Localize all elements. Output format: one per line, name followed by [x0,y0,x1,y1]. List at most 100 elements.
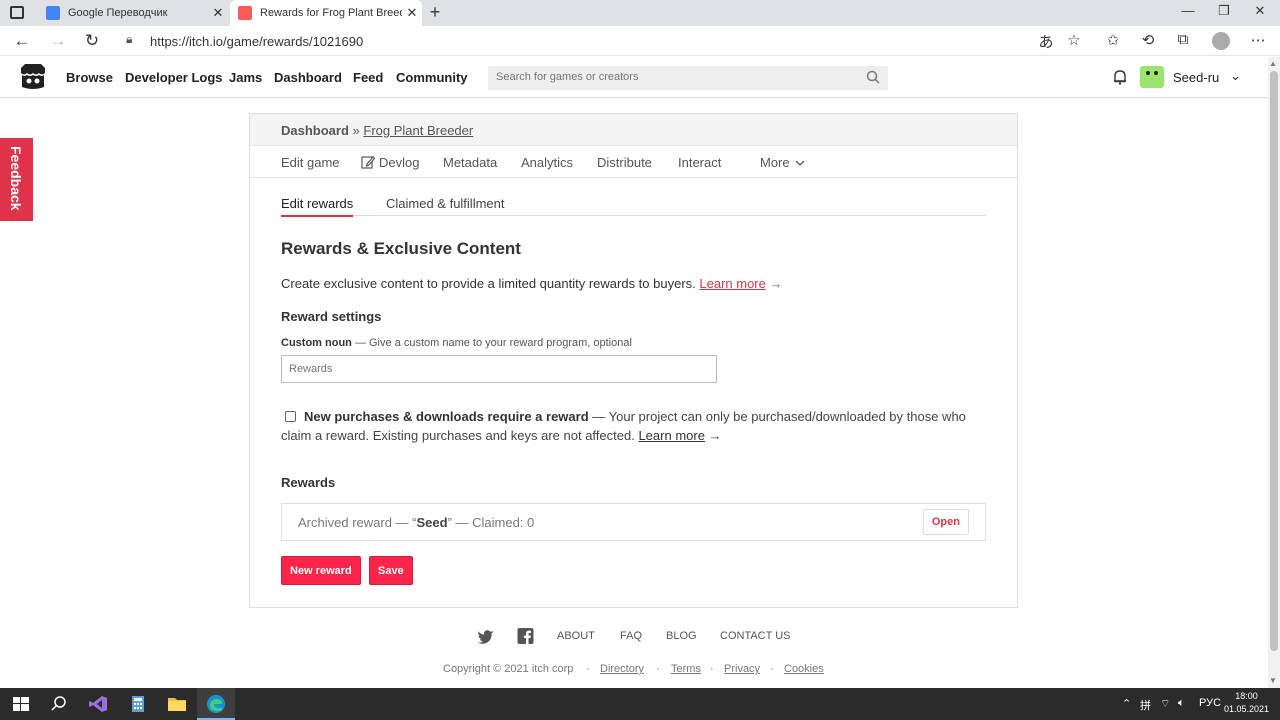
arrow-right-icon: → [765,276,783,291]
footer-privacy-link[interactable]: Privacy [724,663,760,675]
subnav-distribute[interactable]: Distribute [597,155,652,170]
breadcrumb-game-link[interactable]: Frog Plant Breeder [363,123,473,138]
reward-prefix: Archived reward — “ [298,515,417,530]
taskbar-active-app[interactable] [197,688,235,720]
close-tab-icon[interactable]: ✕ [402,5,422,21]
rewards-heading: Rewards [281,475,336,490]
footer-separator: · [770,663,774,675]
network-icon[interactable]: ⌔ [1160,697,1170,711]
notifications-bell-icon[interactable] [1112,69,1128,85]
feedback-label: Feedback [8,146,24,211]
breadcrumb-separator: » [348,123,364,138]
subnav-analytics[interactable]: Analytics [521,155,573,170]
favorites-icon[interactable]: ✩ [1103,31,1123,49]
chevron-down-icon[interactable] [795,160,805,167]
subnav-metadata[interactable]: Metadata [443,155,497,170]
footer-blog-link[interactable]: BLOG [666,630,697,642]
back-icon[interactable]: ← [12,31,32,51]
require-reward-option: New purchases & downloads require a rewa… [281,407,981,445]
scroll-down-icon[interactable]: ▼ [1269,676,1277,685]
nav-developer-logs[interactable]: Developer Logs [125,70,223,85]
footer-directory-link[interactable]: Directory [600,663,644,675]
footer-cookies-link[interactable]: Cookies [784,663,824,675]
require-reward-label[interactable]: New purchases & downloads require a rewa… [304,409,589,424]
breadcrumb-dashboard[interactable]: Dashboard [281,123,349,138]
feedback-tab[interactable]: Feedback [0,138,33,221]
collections-icon[interactable]: ⧉ [1173,31,1193,48]
nav-jams[interactable]: Jams [229,70,262,85]
facebook-icon[interactable] [517,628,534,644]
nav-community[interactable]: Community [396,70,468,85]
reward-claimed: ” — Claimed: 0 [447,515,535,530]
search-icon[interactable] [866,70,880,84]
footer-contact-link[interactable]: CONTACT US [720,630,791,642]
subnav-more[interactable]: More [760,155,790,170]
new-tab-button[interactable]: + [426,2,444,23]
tab-google-translate[interactable]: Google Переводчик ✕ [38,0,228,26]
scroll-up-icon[interactable]: ▲ [1269,59,1277,68]
page-scrollbar[interactable]: ▲ ▼ [1268,57,1280,688]
description-text: Create exclusive content to provide a li… [281,276,700,291]
copyright-text: Copyright © 2021 itch corp [443,663,574,675]
tab-rewards[interactable]: Rewards for Frog Plant Breeder · ✕ [230,0,422,26]
minimize-button[interactable]: — [1178,3,1198,18]
reward-tabs: Edit rewards Claimed & fulfillment [281,196,986,217]
username[interactable]: Seed-ru [1173,70,1219,85]
browser-tab-strip: Google Переводчик ✕ Rewards for Frog Pla… [0,0,1280,26]
learn-more-link[interactable]: Learn more [699,276,765,291]
maximize-button[interactable]: ❐ [1214,3,1234,19]
input-method-icon[interactable]: 拼 [1140,697,1151,713]
twitter-icon[interactable] [477,628,494,644]
close-tab-icon[interactable]: ✕ [208,5,228,21]
search-icon[interactable] [49,695,69,713]
forward-icon[interactable]: → [48,31,68,51]
subnav-interact[interactable]: Interact [678,155,721,170]
calculator-icon[interactable] [128,695,148,713]
language-indicator[interactable]: РУС [1199,697,1221,709]
url-field[interactable]: https://itch.io/game/rewards/1021690 [150,34,363,49]
read-aloud-icon[interactable]: あ [1036,31,1056,52]
itch-logo-icon[interactable] [18,63,48,91]
learn-more-link[interactable]: Learn more [638,428,704,443]
tab-edit-rewards[interactable]: Edit rewards [281,196,354,217]
nav-browse[interactable]: Browse [66,70,113,85]
site-header: Browse Developer Logs Jams Dashboard Fee… [0,57,1268,98]
save-button[interactable]: Save [369,556,413,585]
refresh-icon[interactable]: ↻ [82,31,102,51]
reward-row: Archived reward — “Seed” — Claimed: 0 Op… [281,503,986,541]
clock[interactable]: 18:00 01.05.2021 [1224,690,1269,716]
nav-dashboard[interactable]: Dashboard [274,70,342,85]
add-favorite-icon[interactable]: ☆ [1064,31,1084,49]
custom-noun-hint: — Give a custom name to your reward prog… [351,337,632,349]
show-hidden-icons[interactable]: ⌃ [1122,697,1131,710]
search-input[interactable] [488,66,858,88]
open-reward-button[interactable]: Open [922,509,969,535]
new-reward-button[interactable]: New reward [281,556,361,585]
reward-summary: Archived reward — “Seed” — Claimed: 0 [298,515,534,530]
footer-terms-link[interactable]: Terms [671,663,701,675]
nav-feed[interactable]: Feed [353,70,383,85]
tab-claimed-fulfillment[interactable]: Claimed & fulfillment [386,196,505,215]
lock-icon[interactable]: 🔒︎ [126,32,132,47]
volume-icon[interactable]: 🔈︎ [1178,697,1185,710]
itch-favicon-icon [238,6,252,20]
page-title: Rewards & Exclusive Content [281,239,521,258]
scroll-thumb[interactable] [1270,71,1278,651]
windows-start-icon[interactable] [11,695,31,713]
subnav-devlog[interactable]: Devlog [379,155,419,170]
chevron-down-icon[interactable]: ⌄ [1230,68,1241,84]
user-avatar[interactable] [1140,66,1164,88]
more-menu-icon[interactable]: ⋯ [1248,31,1268,49]
close-window-button[interactable]: ✕ [1250,3,1270,19]
require-reward-checkbox[interactable] [285,411,296,422]
file-explorer-icon[interactable] [167,695,187,713]
google-translate-icon [46,6,60,20]
tab-actions-icon[interactable] [10,6,24,19]
visual-studio-icon[interactable] [88,695,108,713]
custom-noun-input[interactable] [281,355,717,383]
footer-about-link[interactable]: ABOUT [557,630,595,642]
browser-profile-icon[interactable] [1212,32,1230,50]
history-icon[interactable]: ⟲ [1138,31,1158,49]
footer-faq-link[interactable]: FAQ [620,630,642,642]
subnav-edit-game[interactable]: Edit game [281,155,340,170]
